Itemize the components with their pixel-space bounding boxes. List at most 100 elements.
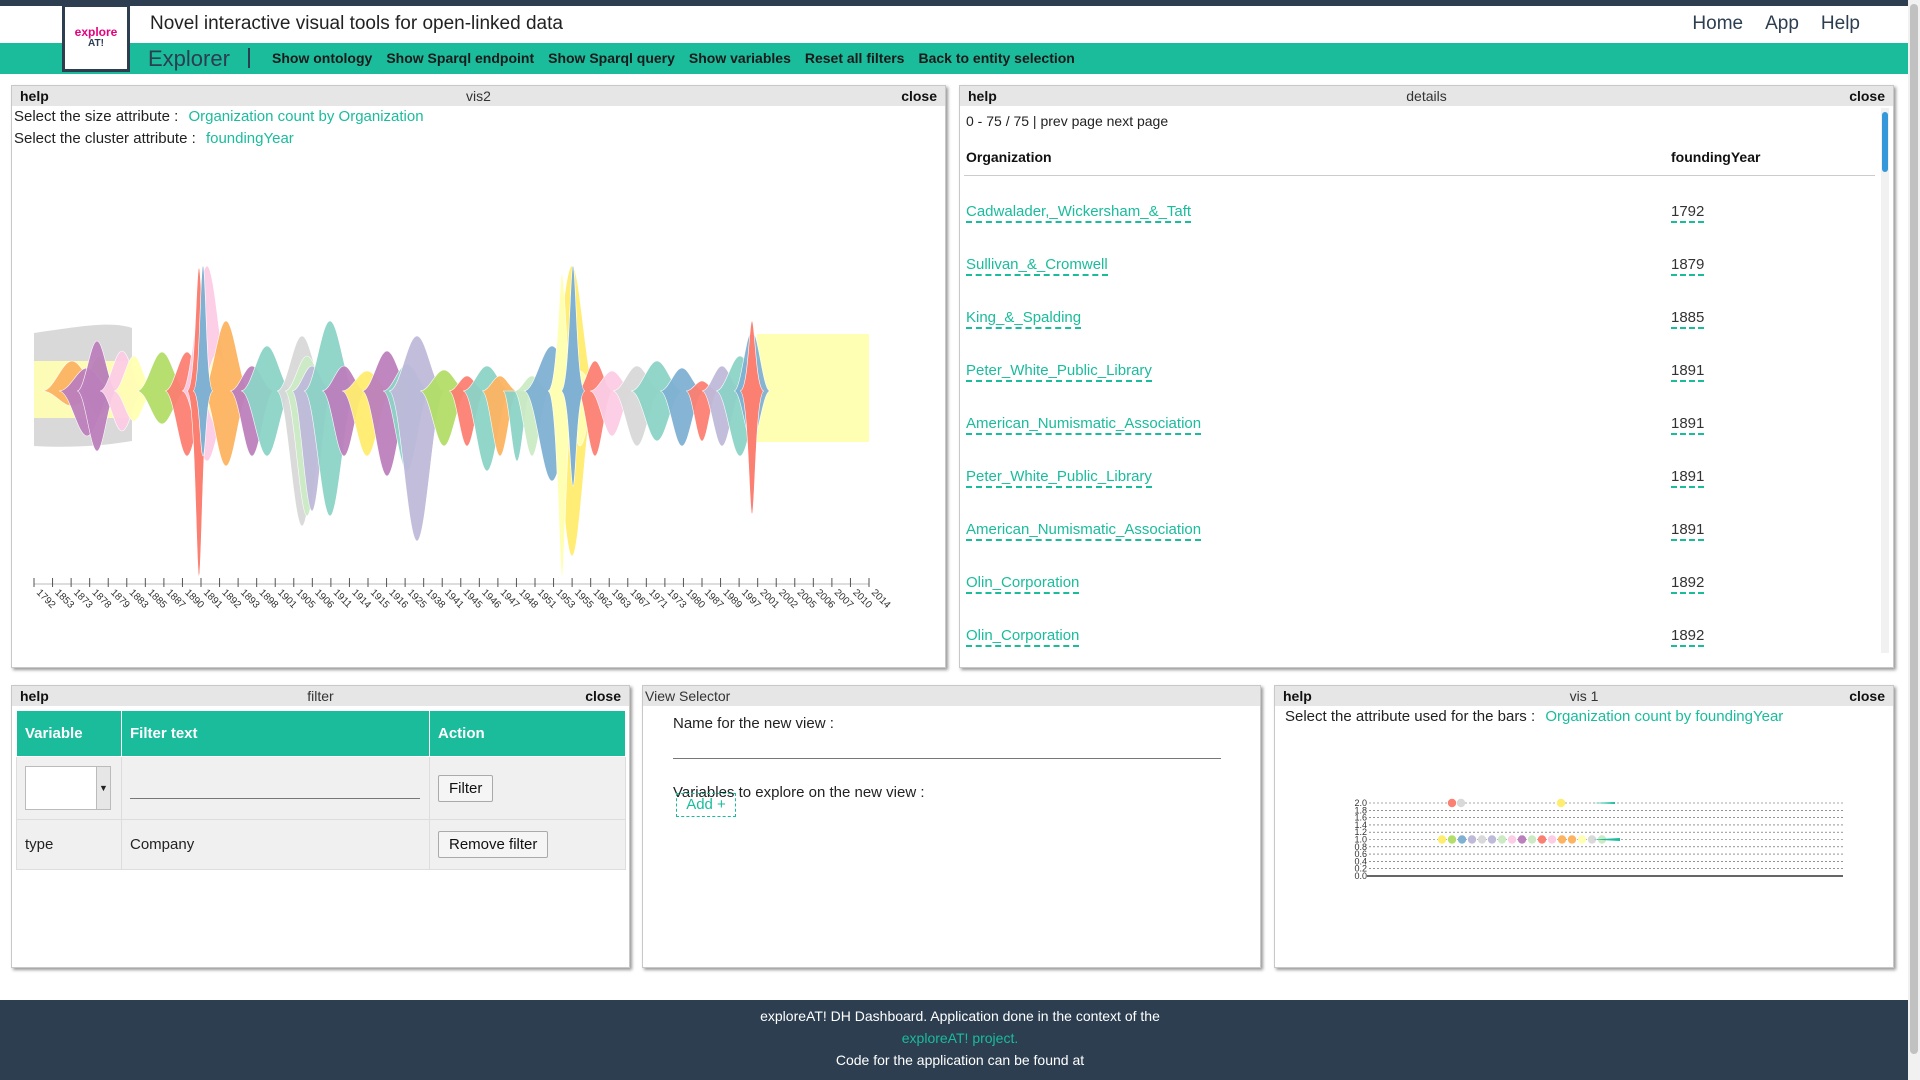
- dot[interactable]: [1577, 835, 1587, 844]
- page-scrollbar[interactable]: [1908, 0, 1920, 1080]
- col-filter-text: Filter text: [121, 710, 430, 757]
- filter-value: Company: [121, 819, 430, 870]
- founding-year-value[interactable]: 1891: [1671, 521, 1705, 541]
- filter-close-button[interactable]: close: [585, 686, 621, 706]
- vis1-panel: help vis 1 close Select the attribute us…: [1274, 685, 1894, 968]
- details-scrollbar[interactable]: [1881, 108, 1889, 653]
- dot[interactable]: [1557, 835, 1567, 844]
- nav-help[interactable]: Help: [1821, 13, 1860, 35]
- page-scroll-thumb[interactable]: [1910, 4, 1918, 1054]
- organization-link[interactable]: Peter_White_Public_Library: [966, 468, 1152, 488]
- organization-link[interactable]: Peter_White_Public_Library: [966, 362, 1152, 382]
- vis1-help-button[interactable]: help: [1283, 686, 1312, 706]
- bar-attribute-select[interactable]: Organization count by foundingYear: [1545, 708, 1783, 725]
- stream-layer[interactable]: [757, 334, 869, 442]
- trend-marker: [1593, 838, 1620, 841]
- nav-home[interactable]: Home: [1692, 13, 1743, 35]
- founding-year-value[interactable]: 1891: [1671, 468, 1705, 488]
- dot[interactable]: [1517, 835, 1527, 844]
- details-close-button[interactable]: close: [1849, 86, 1885, 106]
- dot[interactable]: [1567, 835, 1577, 844]
- organization-link[interactable]: Cadwalader,_Wickersham_&_Taft: [966, 203, 1192, 223]
- nav-app[interactable]: App: [1765, 13, 1799, 35]
- site-title: Novel interactive visual tools for open-…: [150, 13, 563, 34]
- add-variable-button[interactable]: Add +: [676, 793, 736, 817]
- footer-project-link[interactable]: exploreAT! project.: [0, 1027, 1920, 1049]
- x-tick-label: 2007: [832, 587, 856, 611]
- organization-link[interactable]: King_&_Spalding: [966, 309, 1082, 329]
- back-entity-selection-link[interactable]: Back to entity selection: [918, 50, 1074, 66]
- vis1-close-button[interactable]: close: [1849, 686, 1885, 706]
- pagination[interactable]: 0 - 75 / 75 | prev page next page: [966, 113, 1168, 129]
- col-action: Action: [429, 710, 626, 757]
- filter-text-input[interactable]: [130, 777, 420, 799]
- streamgraph-chart[interactable]: 1792185318731878187918831885188718901891…: [12, 156, 945, 666]
- col-founding-year[interactable]: foundingYear: [1671, 149, 1760, 165]
- founding-year-value[interactable]: 1892: [1671, 574, 1705, 594]
- vis2-help-button[interactable]: help: [20, 86, 49, 106]
- variable-select[interactable]: ▼: [25, 766, 111, 810]
- dot[interactable]: [1437, 835, 1447, 844]
- cluster-attribute-select[interactable]: foundingYear: [206, 130, 294, 147]
- x-tick-label: 1879: [108, 587, 132, 611]
- remove-filter-button[interactable]: Remove filter: [438, 831, 549, 858]
- show-sparql-endpoint-link[interactable]: Show Sparql endpoint: [386, 50, 534, 66]
- x-tick-label: 1948: [516, 587, 540, 611]
- details-help-button[interactable]: help: [968, 86, 997, 106]
- vis2-close-button[interactable]: close: [901, 86, 937, 106]
- dot[interactable]: [1527, 835, 1537, 844]
- footer-line1: exploreAT! DH Dashboard. Application don…: [760, 1008, 1160, 1024]
- dot[interactable]: [1556, 798, 1566, 808]
- dot[interactable]: [1447, 835, 1457, 844]
- dot[interactable]: [1457, 835, 1467, 844]
- founding-year-value[interactable]: 1879: [1671, 256, 1705, 276]
- size-attribute-label: Select the size attribute :: [14, 108, 179, 125]
- col-organization[interactable]: Organization: [966, 149, 1052, 165]
- dot[interactable]: [1547, 835, 1557, 844]
- x-tick-label: 1945: [461, 587, 485, 611]
- x-tick-label: 1955: [572, 587, 596, 611]
- organization-link[interactable]: Sullivan_&_Cromwell: [966, 256, 1108, 276]
- x-tick-label: 1853: [52, 587, 76, 611]
- dot-chart[interactable]: 0.00.20.40.60.81.01.21.41.61.82.0: [1275, 791, 1893, 891]
- show-sparql-query-link[interactable]: Show Sparql query: [548, 50, 675, 66]
- organization-link[interactable]: Olin_Corporation: [966, 574, 1080, 594]
- organization-link[interactable]: American_Numismatic_Association: [966, 521, 1202, 541]
- size-attribute-select[interactable]: Organization count by Organization: [188, 108, 423, 125]
- founding-year-value[interactable]: 1885: [1671, 309, 1705, 329]
- reset-filters-link[interactable]: Reset all filters: [805, 50, 905, 66]
- dot[interactable]: [1467, 835, 1477, 844]
- founding-year-value[interactable]: 1792: [1671, 203, 1705, 223]
- view-name-input[interactable]: [673, 733, 1221, 759]
- dot[interactable]: [1487, 835, 1497, 844]
- logo-main: explore: [74, 25, 118, 39]
- filter-button[interactable]: Filter: [438, 774, 494, 802]
- founding-year-value[interactable]: 1891: [1671, 415, 1705, 435]
- dot[interactable]: [1537, 835, 1547, 844]
- show-ontology-link[interactable]: Show ontology: [272, 50, 372, 66]
- founding-year-value[interactable]: 1891: [1671, 362, 1705, 382]
- filter-panel: help filter close Variable Filter text A…: [11, 685, 630, 968]
- bar-attribute-row: Select the attribute used for the bars :…: [1285, 708, 1783, 725]
- x-tick-label: 1989: [720, 587, 744, 611]
- dot[interactable]: [1507, 835, 1517, 844]
- x-tick-label: 1951: [535, 587, 559, 611]
- dot[interactable]: [1497, 835, 1507, 844]
- filter-help-button[interactable]: help: [20, 686, 49, 706]
- logo[interactable]: explore AT!: [62, 4, 130, 72]
- organization-link[interactable]: American_Numismatic_Association: [966, 415, 1202, 435]
- details-scroll-thumb[interactable]: [1882, 112, 1888, 172]
- dot[interactable]: [1456, 798, 1466, 808]
- header: Novel interactive visual tools for open-…: [0, 6, 1920, 43]
- chevron-down-icon[interactable]: ▼: [96, 767, 110, 809]
- founding-year-value[interactable]: 1892: [1671, 627, 1705, 647]
- x-tick-label: 1893: [238, 587, 262, 611]
- show-variables-link[interactable]: Show variables: [689, 50, 791, 66]
- remove-filter-cell: Remove filter: [429, 819, 626, 870]
- organization-link[interactable]: Olin_Corporation: [966, 627, 1080, 647]
- dot[interactable]: [1447, 798, 1457, 808]
- x-tick-label: 1906: [312, 587, 336, 611]
- separator: [248, 48, 250, 68]
- dot[interactable]: [1477, 835, 1487, 844]
- x-tick-label: 1997: [739, 587, 763, 611]
